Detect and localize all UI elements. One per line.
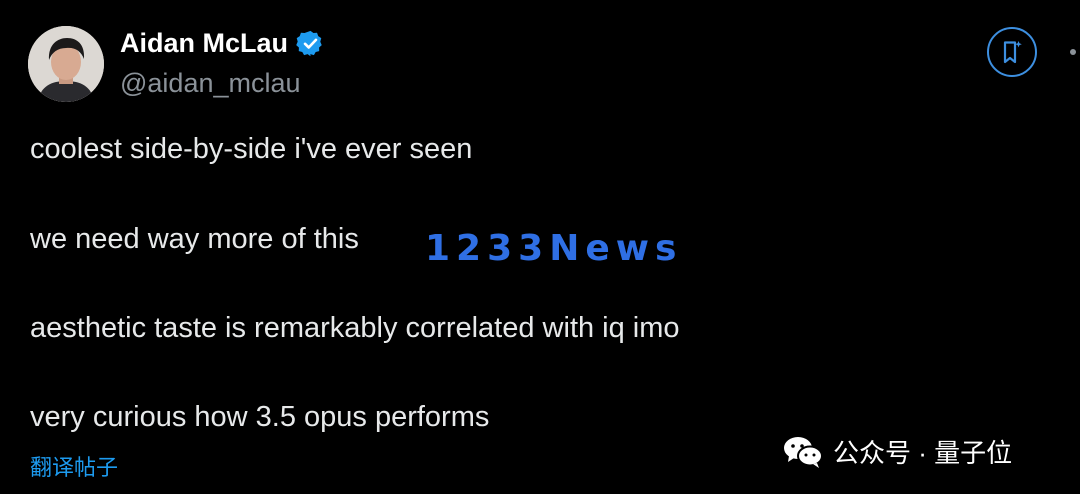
avatar[interactable]	[28, 26, 104, 102]
wechat-account-label: 公众号 · 量子位	[833, 438, 1013, 468]
post-text-line-4: very curious how 3.5 opus performs	[30, 401, 490, 433]
more-options-button[interactable]	[1058, 35, 1080, 69]
avatar-image	[28, 26, 104, 102]
author-display-name[interactable]: Aidan McLau	[120, 28, 288, 59]
author-handle[interactable]: @aidan_mclau	[120, 68, 301, 99]
wechat-icon	[784, 436, 823, 468]
more-dots-icon	[1070, 49, 1076, 55]
wechat-watermark: 公众号 · 量子位	[783, 433, 1012, 470]
grok-bookmark-icon	[1003, 41, 1022, 64]
author-name-row[interactable]: Aidan McLau	[120, 28, 325, 59]
post-text-line-3: aesthetic taste is remarkably correlated…	[30, 312, 680, 344]
translate-post-link[interactable]: 翻译帖子	[30, 450, 118, 482]
verified-badge-icon	[296, 29, 325, 58]
news-watermark: 1233News	[425, 228, 683, 269]
post-text-line-1: coolest side-by-side i've ever seen	[30, 133, 473, 165]
post-text-line-2: we need way more of this	[30, 223, 359, 255]
grok-bookmark-button[interactable]	[987, 27, 1037, 77]
